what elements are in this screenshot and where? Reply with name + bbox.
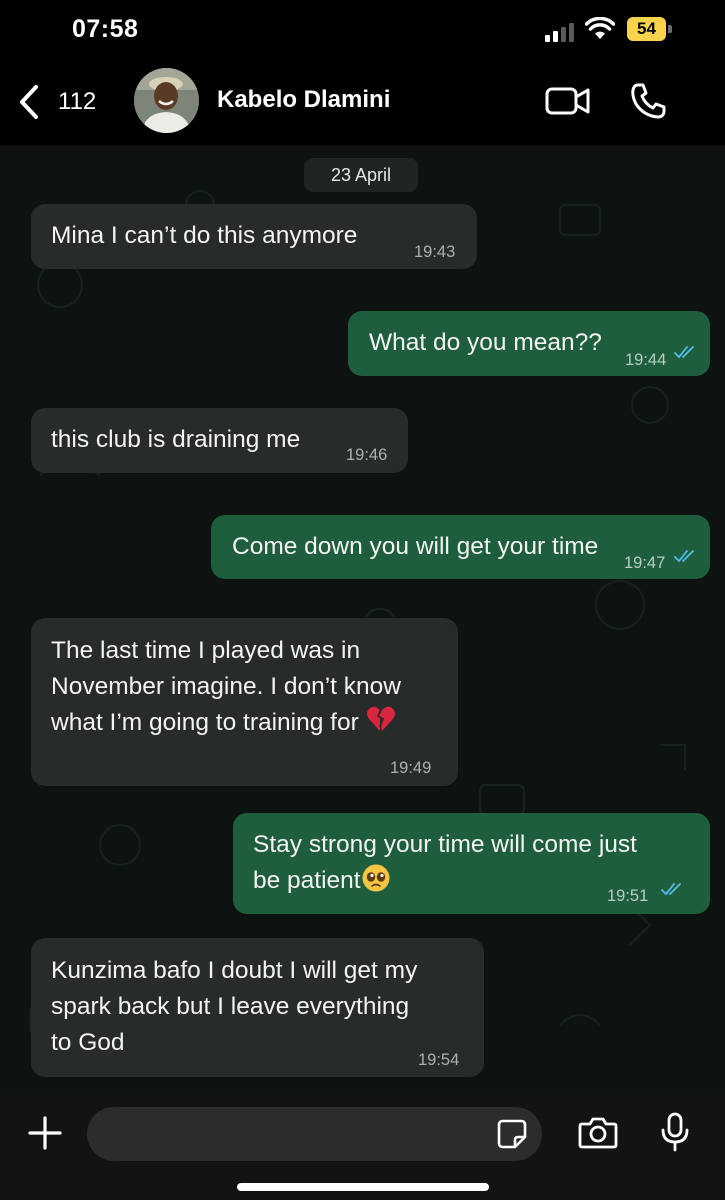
chevron-left-icon (20, 85, 38, 119)
message-text: Mina I can’t do this anymore (51, 222, 358, 249)
double-check-icon (661, 883, 681, 896)
double-check-icon (674, 550, 694, 563)
message-text: to God (51, 1029, 125, 1056)
phone-call-icon[interactable] (630, 82, 666, 120)
date-chip: 23 April (304, 158, 418, 192)
broken-heart-icon (366, 706, 395, 731)
battery-level: 54 (637, 19, 656, 38)
message-bubble-outgoing[interactable]: What do you mean?? 19:44 (348, 311, 710, 376)
message-time: 19:46 (346, 446, 388, 464)
message-composer (0, 1095, 725, 1200)
pleading-face-icon (362, 864, 390, 892)
message-input[interactable] (87, 1107, 542, 1161)
message-text: November imagine. I don’t know (51, 673, 401, 700)
avatar-photo (134, 68, 199, 133)
contact-name[interactable]: Kabelo Dlamini (217, 86, 390, 114)
message-time: 19:51 (607, 887, 649, 905)
unread-count: 112 (58, 88, 97, 115)
message-text: Kunzima bafo I doubt I will get my (51, 957, 418, 984)
cellular-signal-icon (545, 23, 574, 42)
message-text-last: be patient (253, 863, 391, 899)
message-bubble-outgoing[interactable]: Stay strong your time will come just be … (233, 813, 710, 914)
message-text: this club is draining me (51, 426, 301, 453)
message-time: 19:49 (390, 759, 432, 777)
message-bubble-incoming[interactable]: this club is draining me 19:46 (31, 408, 408, 473)
message-text: What do you mean?? (369, 329, 602, 356)
status-time: 07:58 (72, 15, 139, 43)
message-bubble-incoming[interactable]: Kunzima bafo I doubt I will get my spark… (31, 938, 484, 1077)
battery-icon: 54 (627, 17, 673, 41)
double-check-icon (674, 346, 694, 359)
message-text: Stay strong your time will come just (253, 831, 637, 858)
sticker-icon[interactable] (497, 1119, 527, 1149)
microphone-icon[interactable] (660, 1112, 690, 1152)
chat-header: 112 Kabelo Dlamini (0, 60, 725, 145)
camera-icon[interactable] (578, 1115, 618, 1149)
plus-icon[interactable] (27, 1115, 63, 1151)
back-button[interactable]: 112 (16, 82, 96, 122)
home-indicator[interactable] (237, 1183, 489, 1191)
chat-area[interactable]: 23 April Mina I can’t do this anymore 19… (0, 145, 725, 1095)
message-text: The last time I played was in (51, 637, 361, 664)
message-time: 19:54 (418, 1051, 460, 1069)
message-bubble-outgoing[interactable]: Come down you will get your time 19:47 (211, 515, 710, 579)
status-bar: 07:58 54 (0, 0, 725, 60)
message-bubble-incoming[interactable]: Mina I can’t do this anymore 19:43 (31, 204, 477, 269)
message-text: Come down you will get your time (232, 533, 599, 560)
contact-avatar[interactable] (134, 68, 199, 133)
message-text: spark back but I leave everything (51, 993, 410, 1020)
message-bubble-incoming[interactable]: The last time I played was in November i… (31, 618, 458, 786)
message-time: 19:43 (414, 243, 456, 261)
video-call-icon[interactable] (545, 84, 591, 118)
message-time: 19:47 (624, 554, 666, 572)
message-time: 19:44 (625, 351, 667, 369)
wifi-icon (585, 17, 615, 39)
message-text-last: what I’m going to training for (51, 705, 396, 741)
